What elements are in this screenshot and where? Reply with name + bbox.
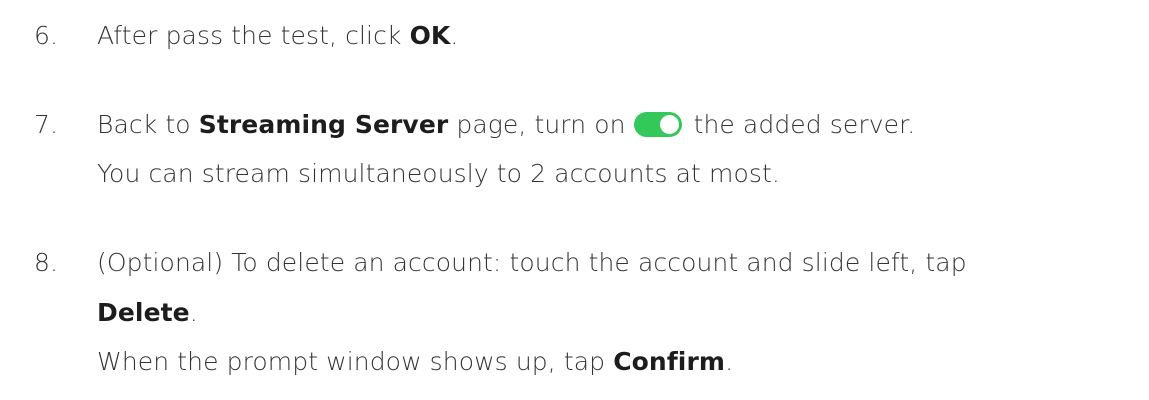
step-text-part: the added server. <box>693 110 916 139</box>
step-number: 6. <box>34 21 59 50</box>
ok-button-label: OK <box>409 21 451 50</box>
step-text-part: . <box>725 347 734 376</box>
step-text-part: . <box>450 21 459 50</box>
step-text-part: Back to <box>97 110 199 139</box>
streaming-server-label: Streaming Server <box>198 110 449 139</box>
step-text: After pass the test, click OK. <box>97 16 458 56</box>
step-text-part: After pass the test, click <box>97 21 410 50</box>
toggle-knob <box>659 114 679 134</box>
step-text: (Optional) To delete an account: touch t… <box>97 248 967 277</box>
toggle-switch-on-icon <box>633 111 682 137</box>
note-text: When the prompt window shows up, tap Con… <box>97 342 733 382</box>
step-number: 7. <box>34 110 59 139</box>
step-text: Delete. <box>97 293 198 333</box>
confirm-button-label: Confirm <box>613 347 726 376</box>
instruction-page: 6. After pass the test, click OK. 7. Bac… <box>0 0 1149 400</box>
step-text-part: page, turn on <box>448 110 626 139</box>
step-text-part: When the prompt window shows up, tap <box>97 347 614 376</box>
note-text: You can stream simultaneously to 2 accou… <box>97 159 780 188</box>
step-text: Back to Streaming Server page, turn on th… <box>97 105 915 145</box>
delete-button-label: Delete <box>97 298 190 327</box>
step-text-part: . <box>189 298 198 327</box>
step-number: 8. <box>34 248 59 277</box>
